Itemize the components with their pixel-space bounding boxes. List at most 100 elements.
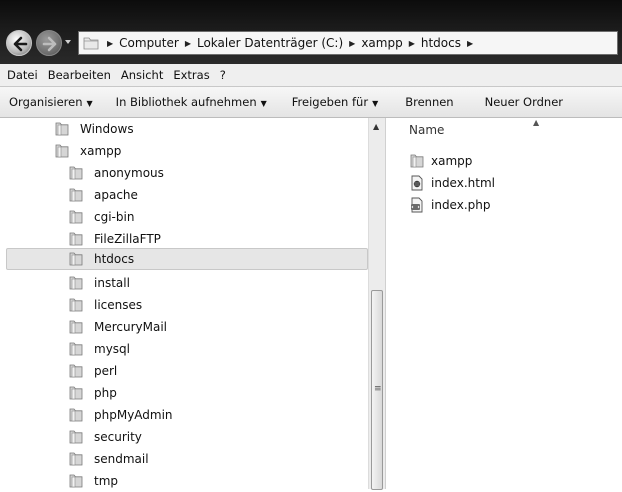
chevron-right-icon[interactable]: ▶ xyxy=(185,39,191,48)
tree-item-windows[interactable]: Windows xyxy=(0,118,370,140)
folder-icon xyxy=(68,252,84,266)
chevron-right-icon[interactable]: ▶ xyxy=(467,39,473,48)
folder-icon xyxy=(68,474,84,488)
forward-button[interactable] xyxy=(36,30,62,56)
command-toolbar: Organisieren ▼ In Bibliothek aufnehmen ▼ F… xyxy=(0,87,622,118)
menu-ansicht[interactable]: Ansicht xyxy=(121,68,163,82)
address-bar[interactable]: ▶ Computer ▶ Lokaler Datenträger (C:) ▶ … xyxy=(78,31,618,55)
html-file-icon xyxy=(409,175,425,191)
menu-bearbeiten[interactable]: Bearbeiten xyxy=(48,68,111,82)
navigation-pane: Windows xampp anonymous apache cgi-bin F… xyxy=(0,118,386,489)
file-list-pane: ▲ Name xampp index.html index.php xyxy=(387,118,622,489)
file-item-xampp[interactable]: xampp xyxy=(409,150,472,172)
tree-label: perl xyxy=(94,364,118,378)
window-titlebar: ▶ Computer ▶ Lokaler Datenträger (C:) ▶ … xyxy=(0,0,622,64)
scroll-up-arrow-icon[interactable]: ▲ xyxy=(373,122,379,131)
folder-icon xyxy=(68,298,84,312)
breadcrumb-drive-c[interactable]: Lokaler Datenträger (C:) xyxy=(197,36,343,50)
tree-item-anonymous[interactable]: anonymous xyxy=(0,162,370,184)
grip-icon: ≡ xyxy=(374,384,382,394)
tree-item-cgi-bin[interactable]: cgi-bin xyxy=(0,206,370,228)
organize-label: Organisieren xyxy=(9,95,83,109)
folder-icon xyxy=(68,166,84,180)
menu-extras[interactable]: Extras xyxy=(173,68,209,82)
folder-icon xyxy=(68,364,84,378)
folder-icon xyxy=(83,36,101,50)
folder-icon xyxy=(68,386,84,400)
column-header-name[interactable]: Name xyxy=(409,123,444,137)
tree-item-sendmail[interactable]: sendmail xyxy=(0,448,370,470)
tree-item-filezillaftp[interactable]: FileZillaFTP xyxy=(0,228,370,250)
tree-label: licenses xyxy=(94,298,143,312)
recent-pages-dropdown-icon[interactable] xyxy=(64,38,72,46)
file-label: index.html xyxy=(431,176,495,190)
folder-icon xyxy=(68,342,84,356)
folder-icon xyxy=(68,320,84,334)
php-file-icon xyxy=(409,197,425,213)
tree-item-install[interactable]: install xyxy=(0,272,370,294)
tree-item-security[interactable]: security xyxy=(0,426,370,448)
file-label: index.php xyxy=(431,198,491,212)
tree-label: FileZillaFTP xyxy=(94,232,161,246)
navigation-scrollbar[interactable]: ▲ ≡ xyxy=(368,118,385,490)
chevron-right-icon[interactable]: ▶ xyxy=(409,39,415,48)
share-with-button[interactable]: Freigeben für ▼ xyxy=(292,95,378,109)
tree-item-php[interactable]: php xyxy=(0,382,370,404)
menu-help[interactable]: ? xyxy=(220,68,226,82)
burn-button[interactable]: Brennen xyxy=(405,95,453,109)
tree-label: php xyxy=(94,386,117,400)
add-to-library-button[interactable]: In Bibliothek aufnehmen ▼ xyxy=(116,95,267,109)
forward-arrow-icon xyxy=(42,36,57,52)
menu-datei[interactable]: Datei xyxy=(7,68,38,82)
folder-icon xyxy=(54,144,70,158)
file-item-index-html[interactable]: index.html xyxy=(409,172,495,194)
tree-item-htdocs[interactable]: htdocs xyxy=(6,248,368,270)
chevron-down-icon: ▼ xyxy=(372,99,379,108)
tree-label: security xyxy=(94,430,142,444)
tree-item-apache[interactable]: apache xyxy=(0,184,370,206)
folder-icon xyxy=(409,153,425,169)
tree-label: tmp xyxy=(94,474,119,488)
tree-label: htdocs xyxy=(94,252,135,266)
chevron-down-icon: ▼ xyxy=(86,99,93,108)
tree-item-phpmyadmin[interactable]: phpMyAdmin xyxy=(0,404,370,426)
back-button[interactable] xyxy=(6,30,32,56)
folder-icon xyxy=(68,276,84,290)
tree-label: apache xyxy=(94,188,138,202)
back-arrow-icon xyxy=(13,36,28,52)
folder-icon xyxy=(68,188,84,202)
scrollbar-thumb[interactable]: ≡ xyxy=(371,290,383,490)
file-item-index-php[interactable]: index.php xyxy=(409,194,490,216)
tree-label: xampp xyxy=(80,144,122,158)
chevron-right-icon[interactable]: ▶ xyxy=(349,39,355,48)
organize-button[interactable]: Organisieren ▼ xyxy=(9,95,93,109)
chevron-right-icon[interactable]: ▶ xyxy=(107,39,113,48)
breadcrumb-xampp[interactable]: xampp xyxy=(361,36,402,50)
tree-label: anonymous xyxy=(94,166,164,180)
tree-item-licenses[interactable]: licenses xyxy=(0,294,370,316)
folder-icon xyxy=(68,430,84,444)
tree-label: cgi-bin xyxy=(94,210,135,224)
tree-item-mysql[interactable]: mysql xyxy=(0,338,370,360)
tree-label: MercuryMail xyxy=(94,320,168,334)
tree-item-perl[interactable]: perl xyxy=(0,360,370,382)
folder-icon xyxy=(68,452,84,466)
breadcrumb-computer[interactable]: Computer xyxy=(119,36,179,50)
folder-icon xyxy=(68,232,84,246)
add-to-library-label: In Bibliothek aufnehmen xyxy=(115,95,257,109)
share-with-label: Freigeben für xyxy=(291,95,369,109)
folder-icon xyxy=(68,408,84,422)
tree-item-mercurymail[interactable]: MercuryMail xyxy=(0,316,370,338)
tree-label: sendmail xyxy=(94,452,149,466)
new-folder-button[interactable]: Neuer Ordner xyxy=(485,95,563,109)
breadcrumb-htdocs[interactable]: htdocs xyxy=(421,36,461,50)
folder-icon xyxy=(54,122,70,136)
tree-label: mysql xyxy=(94,342,130,356)
tree-label: Windows xyxy=(80,122,134,136)
tree-label: phpMyAdmin xyxy=(94,408,173,422)
sort-ascending-icon: ▲ xyxy=(533,118,540,127)
folder-icon xyxy=(68,210,84,224)
tree-item-xampp[interactable]: xampp xyxy=(0,140,370,162)
file-label: xampp xyxy=(431,154,473,168)
tree-label: install xyxy=(94,276,130,290)
